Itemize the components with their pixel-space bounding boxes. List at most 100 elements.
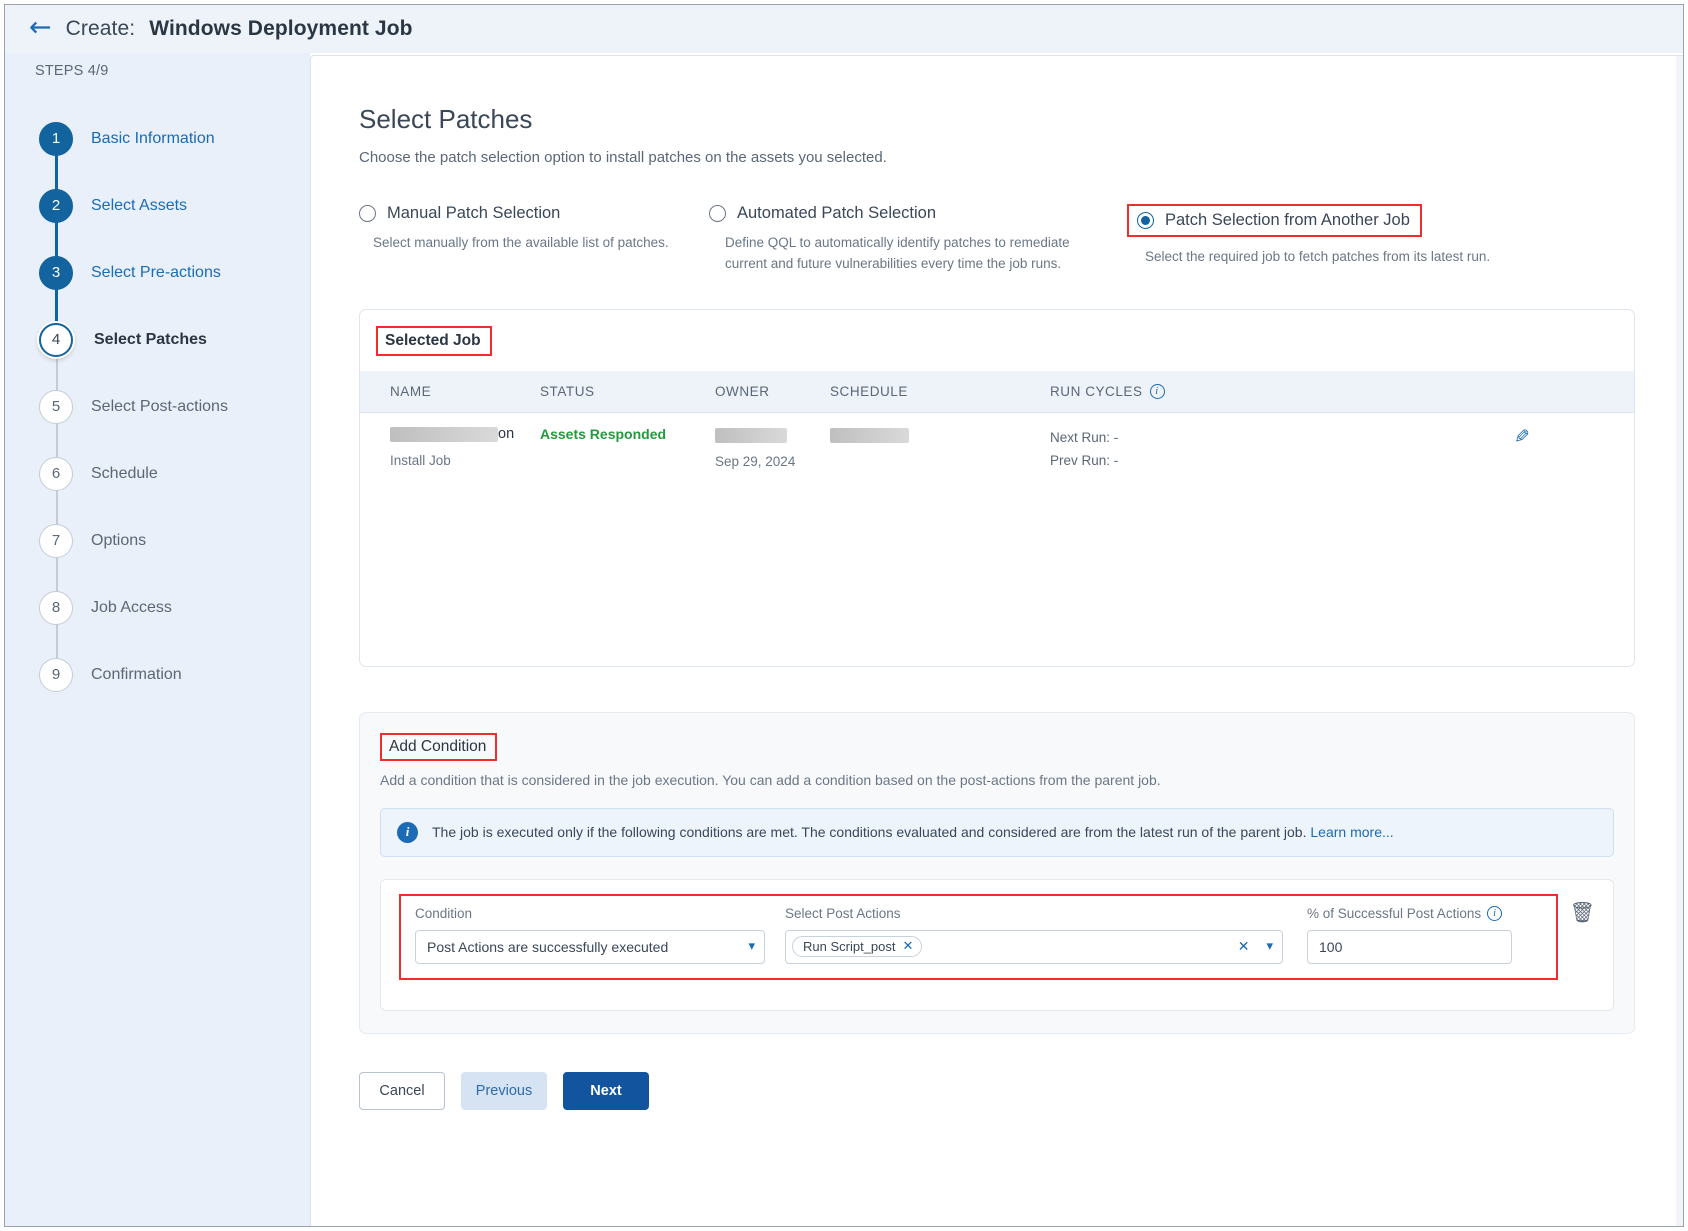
- condition-field: Condition Post Actions are successfully …: [415, 906, 765, 964]
- status-badge: Assets Responded: [540, 425, 667, 442]
- column-header-name: NAME: [360, 370, 540, 413]
- info-icon[interactable]: i: [1149, 383, 1165, 399]
- previous-button[interactable]: Previous: [461, 1071, 547, 1110]
- cell-run-cycles: Next Run: - Prev Run: -: [1050, 412, 1514, 472]
- condition-fields-group: Condition Post Actions are successfully …: [399, 893, 1558, 980]
- post-action-chip-label: Run Script_post: [803, 939, 896, 955]
- add-condition-panel: Add Condition Add a condition that is co…: [359, 711, 1635, 1034]
- condition-row-card: Condition Post Actions are successfully …: [380, 878, 1614, 1011]
- column-header-owner: OWNER: [715, 370, 830, 413]
- prev-run-value: Prev Run: -: [1050, 453, 1119, 469]
- page-header: ← Create: Windows Deployment Job: [5, 5, 1683, 53]
- sidebar-item-basic-information[interactable]: 1 Basic Information: [5, 105, 310, 172]
- condition-select-value: Post Actions are successfully executed: [427, 938, 669, 955]
- step-bullet-3: 3: [39, 255, 73, 290]
- sidebar-item-options[interactable]: 7 Options: [5, 507, 310, 574]
- header-create-label: Create:: [65, 17, 136, 40]
- sidebar-item-select-patches[interactable]: 4 Select Patches: [5, 306, 310, 373]
- sidebar-item-select-assets[interactable]: 2 Select Assets: [5, 172, 310, 239]
- percent-field-label: % of Successful Post Actions: [1307, 905, 1482, 921]
- section-subtitle: Choose the patch selection option to ins…: [359, 149, 887, 166]
- trash-icon[interactable]: 🗑: [1570, 900, 1595, 924]
- sidebar-item-label: Select Post-actions: [91, 397, 228, 415]
- selected-job-title: Selected Job: [376, 325, 492, 356]
- option-label: Automated Patch Selection: [737, 204, 937, 222]
- option-manual-patch-selection[interactable]: Manual Patch Selection Select manually f…: [359, 204, 709, 275]
- next-run-value: Next Run: -: [1050, 429, 1119, 445]
- sidebar-item-select-pre-actions[interactable]: 3 Select Pre-actions: [5, 239, 310, 306]
- step-bullet-8: 8: [39, 590, 73, 625]
- column-header-status: STATUS: [540, 370, 715, 413]
- sidebar-item-label: Select Pre-actions: [91, 263, 221, 281]
- column-header-run-cycles-label: RUN CYCLES: [1050, 383, 1143, 399]
- selected-job-card: Selected Job NAME STATUS OWNER SCHEDULE: [359, 308, 1635, 667]
- wizard-footer: Cancel Previous Next: [359, 1071, 1635, 1144]
- add-condition-title: Add Condition: [380, 732, 498, 761]
- learn-more-link[interactable]: Learn more...: [1310, 824, 1393, 840]
- option-label: Manual Patch Selection: [387, 204, 561, 222]
- scrollbar-track[interactable]: [1676, 56, 1683, 1226]
- step-bullet-7: 7: [39, 523, 73, 558]
- job-type-label: Install Job: [390, 452, 451, 468]
- info-banner-text: The job is executed only if the followin…: [432, 824, 1307, 841]
- page-title-job-name: Windows Deployment Job: [149, 17, 413, 40]
- percent-successful-field: % of Successful Post Actions i 100: [1307, 905, 1512, 964]
- sidebar-item-label: Select Patches: [94, 330, 207, 348]
- column-header-actions: [1514, 370, 1634, 413]
- chevron-down-icon[interactable]: ▾: [1266, 939, 1273, 954]
- application-window: ← Create: Windows Deployment Job STEPS 4…: [4, 4, 1684, 1227]
- close-icon[interactable]: ✕: [903, 939, 914, 954]
- cell-schedule: [830, 412, 1050, 472]
- cell-actions: ✎: [1514, 412, 1634, 472]
- step-bullet-9: 9: [39, 657, 73, 692]
- column-header-run-cycles: RUN CYCLES i: [1050, 370, 1514, 413]
- cell-owner: Sep 29, 2024: [715, 412, 830, 472]
- option-patch-selection-from-another-job[interactable]: Patch Selection from Another Job Select …: [1127, 204, 1507, 275]
- step-bullet-4: 4: [39, 322, 73, 357]
- next-button[interactable]: Next: [563, 1071, 649, 1110]
- clear-all-icon[interactable]: ✕: [1238, 939, 1250, 955]
- sidebar-item-label: Confirmation: [91, 665, 182, 683]
- wizard-steps-list: 1 Basic Information 2 Select Assets 3 Se…: [5, 105, 310, 708]
- condition-select[interactable]: Post Actions are successfully executed ▾: [415, 929, 765, 964]
- option-automated-patch-selection[interactable]: Automated Patch Selection Define QQL to …: [709, 204, 1127, 275]
- cell-name: on Install Job: [360, 412, 540, 472]
- cancel-button[interactable]: Cancel: [359, 1071, 445, 1110]
- option-label: Patch Selection from Another Job: [1165, 211, 1410, 229]
- chevron-down-icon: ▾: [748, 939, 755, 955]
- post-actions-field: Select Post Actions Run Script_post ✕ ✕ …: [785, 906, 1283, 964]
- sidebar-item-label: Options: [91, 531, 147, 549]
- post-action-chip[interactable]: Run Script_post ✕: [792, 936, 923, 958]
- back-arrow-icon[interactable]: ←: [29, 14, 52, 41]
- radio-manual-patch-selection[interactable]: [359, 205, 376, 222]
- owner-date: Sep 29, 2024: [715, 453, 796, 469]
- sidebar-item-confirmation[interactable]: 9 Confirmation: [5, 641, 310, 708]
- sidebar-item-label: Select Assets: [91, 196, 188, 214]
- radio-automated-patch-selection[interactable]: [709, 205, 726, 222]
- cell-status: Assets Responded: [540, 412, 715, 472]
- sidebar-item-select-post-actions[interactable]: 5 Select Post-actions: [5, 373, 310, 440]
- wizard-sidebar: STEPS 4/9 1 Basic Information 2 Select A…: [5, 53, 310, 1226]
- radio-patch-selection-from-another-job[interactable]: [1137, 212, 1154, 229]
- step-bullet-1: 1: [39, 121, 73, 156]
- sidebar-item-schedule[interactable]: 6 Schedule: [5, 440, 310, 507]
- steps-counter: STEPS 4/9: [35, 63, 109, 79]
- pencil-icon[interactable]: ✎: [1514, 426, 1530, 449]
- post-actions-multiselect[interactable]: Run Script_post ✕ ✕ ▾: [785, 929, 1283, 964]
- info-icon[interactable]: i: [1487, 905, 1503, 921]
- condition-field-label: Condition: [415, 905, 473, 921]
- add-condition-subtitle: Add a condition that is considered in th…: [380, 771, 1161, 788]
- option-description: Select manually from the available list …: [373, 235, 669, 250]
- table-row[interactable]: on Install Job Assets Responded Sep 29,: [360, 412, 1634, 472]
- step-bullet-2: 2: [39, 188, 73, 223]
- step-bullet-5: 5: [39, 389, 73, 424]
- sidebar-item-job-access[interactable]: 8 Job Access: [5, 574, 310, 641]
- redacted-schedule: [830, 427, 909, 443]
- body-wrapper: STEPS 4/9 1 Basic Information 2 Select A…: [5, 53, 1683, 1226]
- section-title: Select Patches: [359, 104, 533, 134]
- option-description: Select the required job to fetch patches…: [1145, 249, 1491, 264]
- percent-input[interactable]: 100: [1307, 929, 1512, 964]
- step-connector-solid: [55, 139, 58, 340]
- post-actions-field-label: Select Post Actions: [785, 905, 901, 921]
- patch-selection-options: Manual Patch Selection Select manually f…: [359, 204, 1635, 275]
